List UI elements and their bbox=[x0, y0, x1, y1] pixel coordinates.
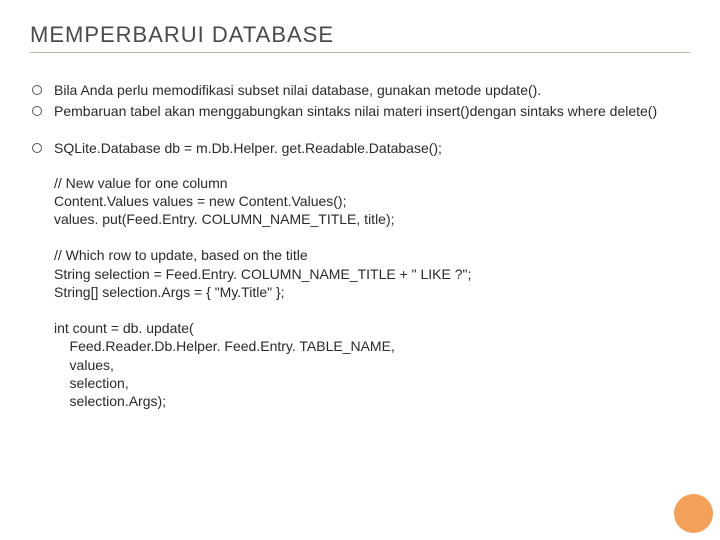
code-lead: SQLite.Database db = m.Db.Helper. get.Re… bbox=[30, 139, 690, 158]
code-lead-list: SQLite.Database db = m.Db.Helper. get.Re… bbox=[30, 139, 690, 158]
code-block: // New value for one column Content.Valu… bbox=[30, 174, 690, 410]
slide-title: MEMPERBARUI DATABASE bbox=[30, 22, 690, 48]
title-rule bbox=[30, 52, 690, 53]
decorative-corner bbox=[671, 491, 716, 536]
bullet-item: Pembaruan tabel akan menggabungkan sinta… bbox=[30, 102, 690, 121]
slide: MEMPERBARUI DATABASE Bila Anda perlu mem… bbox=[0, 0, 720, 540]
bullet-list: Bila Anda perlu memodifikasi subset nila… bbox=[30, 81, 690, 121]
bullet-item: Bila Anda perlu memodifikasi subset nila… bbox=[30, 81, 690, 100]
